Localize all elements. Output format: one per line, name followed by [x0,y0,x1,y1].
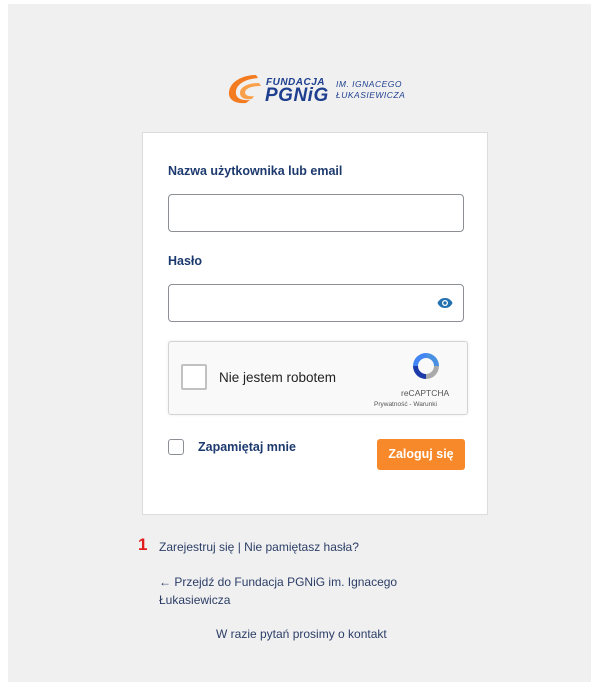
remember-checkbox[interactable] [168,439,184,455]
flame-logo-icon [228,75,261,104]
password-input[interactable] [168,284,464,322]
login-button[interactable]: Zaloguj się [377,439,465,470]
foundation-logo[interactable]: FUNDACJA PGNiG IM. IGNACEGO ŁUKASIEWICZA [226,70,426,110]
recaptcha-widget: Nie jestem robotem reCAPTCHA Prywatność … [168,341,468,415]
recaptcha-label: Nie jestem robotem [219,370,337,385]
lost-password-link[interactable]: Nie pamiętasz hasła? [244,540,359,554]
back-to-site-link[interactable]: ← Przejdź do Fundacja PGNiG im. Ignacego… [159,573,439,609]
username-input[interactable] [168,194,464,232]
logo-text-lukasiewicza: ŁUKASIEWICZA [336,90,406,100]
username-label: Nazwa użytkownika lub email [168,164,343,178]
recaptcha-brand: reCAPTCHA [401,388,450,398]
logo-text-im-ignacego: IM. IGNACEGO [336,79,402,89]
link-separator: | [237,540,241,554]
recaptcha-links[interactable]: Prywatność - Warunki [374,401,437,408]
eye-icon[interactable] [437,297,453,309]
password-label: Hasło [168,254,203,268]
auth-links: Zarejestruj się | Nie pamiętasz hasła? [159,540,359,554]
contact-text: W razie pytań prosimy o kontakt [216,627,387,641]
logo-text-pgnig: PGNiG [265,85,329,106]
login-form: Nazwa użytkownika lub email Hasło Nie je… [142,132,488,515]
recaptcha-checkbox[interactable] [181,364,207,390]
annotation-number: 1 [138,535,148,554]
register-link[interactable]: Zarejestruj się [159,540,234,554]
remember-label[interactable]: Zapamiętaj mnie [198,440,296,454]
recaptcha-icon [413,353,439,379]
